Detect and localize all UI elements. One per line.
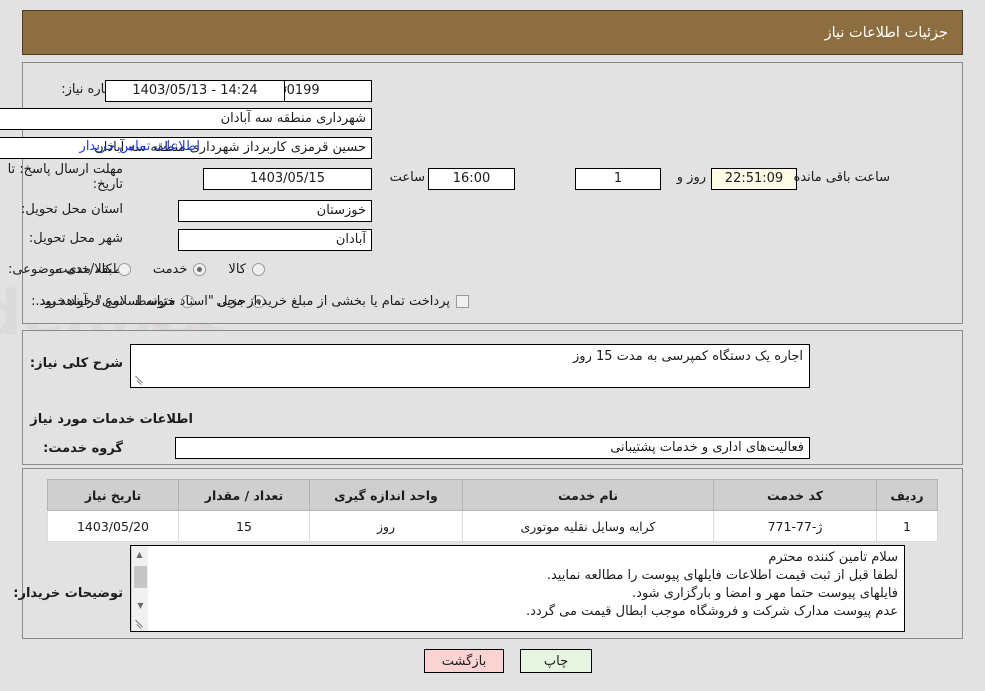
page-header: جزئیات اطلاعات نیاز — [22, 10, 963, 55]
hour-label-row: ساعت — [390, 170, 425, 185]
service-group-label-row: گروه خدمت: — [43, 441, 123, 456]
table-header-row: ردیف کد خدمت نام خدمت واحد اندازه گیری ت… — [47, 479, 938, 511]
col-name: نام خدمت — [462, 479, 714, 511]
category-option-goods-service-label: کالا/خدمت — [55, 262, 112, 277]
services-heading-row: اطلاعات خدمات مورد نیاز — [30, 412, 193, 427]
col-unit: واحد اندازه گیری — [309, 479, 463, 511]
buyer-org-value: شهرداری منطقه سه آبادان — [0, 108, 372, 130]
page-root: AriaTender.net جزئیات اطلاعات نیاز شماره… — [0, 0, 985, 691]
deadline-date-value: 1403/05/15 — [203, 168, 372, 190]
treasury-checkbox-label: پرداخت تمام یا بخشی از مبلغ خرید،از محل … — [35, 294, 450, 309]
col-date: تاریخ نیاز — [47, 479, 179, 511]
buyer-contact-link-row[interactable]: اطلاعات تماس خریدار — [80, 139, 200, 154]
table-row: 1 ژ-77-771 کرایه وسایل نقلیه موتوری روز … — [47, 510, 938, 542]
public-announce-value: 14:24 - 1403/05/13 — [105, 80, 285, 102]
category-option-goods[interactable]: کالا — [228, 262, 265, 277]
page-title: جزئیات اطلاعات نیاز — [824, 24, 948, 41]
days-label-row: روز و — [677, 170, 706, 185]
city-label-row: شهر محل تحویل: — [29, 231, 123, 246]
buyer-notes-value: سلام تامین کننده محترم لطفا قبل از ثبت ق… — [525, 550, 898, 619]
cell-unit: روز — [309, 510, 463, 542]
hour-label: ساعت — [389, 170, 425, 185]
countdown-label-row: ساعت باقی مانده — [794, 170, 890, 185]
buyer-notes-label: توضیحات خریدار: — [13, 586, 123, 601]
buyer-notes-label-row: توضیحات خریدار: — [13, 586, 123, 601]
buyer-contact-link[interactable]: اطلاعات تماس خریدار — [80, 139, 200, 154]
col-code: کد خدمت — [713, 479, 877, 511]
radio-icon-goods[interactable] — [252, 263, 265, 276]
buyer-notes-textarea[interactable]: ▲ ▼ سلام تامین کننده محترم لطفا قبل از ث… — [130, 545, 905, 632]
deadline-label: مهلت ارسال پاسخ: تا تاریخ: — [7, 162, 123, 192]
cell-date: 1403/05/20 — [47, 510, 179, 542]
service-group-value: فعالیت‌های اداری و خدمات پشتیبانی — [175, 437, 810, 459]
description-textarea[interactable]: اجاره یک دستگاه کمپرسی به مدت 15 روز — [130, 344, 810, 388]
scrollbar-thumb[interactable] — [134, 566, 147, 588]
col-quantity: تعداد / مقدار — [178, 479, 310, 511]
description-label-row: شرح کلی نیاز: — [30, 356, 123, 371]
resize-grip-icon[interactable] — [133, 374, 145, 386]
category-option-service[interactable]: خدمت — [153, 262, 207, 277]
back-button[interactable]: بازگشت — [424, 649, 504, 673]
city-label: شهر محل تحویل: — [28, 231, 123, 246]
cell-name: کرایه وسایل نقلیه موتوری — [462, 510, 714, 542]
category-option-goods-service[interactable]: کالا/خدمت — [55, 262, 131, 277]
radio-icon-goods-service[interactable] — [117, 263, 131, 276]
checkbox-icon-treasury[interactable] — [456, 295, 469, 308]
city-value: آبادان — [178, 229, 372, 251]
countdown-value: 22:51:09 — [711, 168, 797, 190]
services-section-heading: اطلاعات خدمات مورد نیاز — [30, 412, 193, 427]
description-label: شرح کلی نیاز: — [29, 356, 123, 371]
remaining-days-value: 1 — [575, 168, 661, 190]
items-table: ردیف کد خدمت نام خدمت واحد اندازه گیری ت… — [47, 479, 938, 542]
deadline-time-value: 16:00 — [428, 168, 515, 190]
scroll-down-icon[interactable]: ▼ — [132, 597, 149, 614]
print-button[interactable]: چاپ — [520, 649, 592, 673]
province-label-row: استان محل تحویل: — [21, 202, 123, 217]
resize-grip-icon-notes[interactable] — [133, 618, 145, 630]
countdown-label: ساعت باقی مانده — [793, 170, 890, 185]
cell-row: 1 — [876, 510, 938, 542]
category-option-service-label: خدمت — [152, 262, 188, 277]
province-label: استان محل تحویل: — [21, 202, 123, 217]
cell-code: ژ-77-771 — [713, 510, 877, 542]
category-option-goods-label: کالا — [228, 262, 246, 277]
scroll-up-icon[interactable]: ▲ — [131, 546, 148, 563]
treasury-checkbox-row[interactable]: پرداخت تمام یا بخشی از مبلغ خرید،از محل … — [35, 294, 469, 309]
cell-quantity: 15 — [178, 510, 310, 542]
col-row: ردیف — [876, 479, 938, 511]
province-value: خوزستان — [178, 200, 372, 222]
description-value: اجاره یک دستگاه کمپرسی به مدت 15 روز — [573, 349, 803, 364]
radio-icon-service[interactable] — [193, 263, 207, 276]
service-group-label: گروه خدمت: — [43, 441, 123, 456]
category-radio-group: کالا خدمت کالا/خدمت — [33, 262, 265, 277]
treasury-checkbox-option[interactable]: پرداخت تمام یا بخشی از مبلغ خرید،از محل … — [35, 294, 469, 309]
remaining-days-label: روز و — [676, 170, 706, 185]
